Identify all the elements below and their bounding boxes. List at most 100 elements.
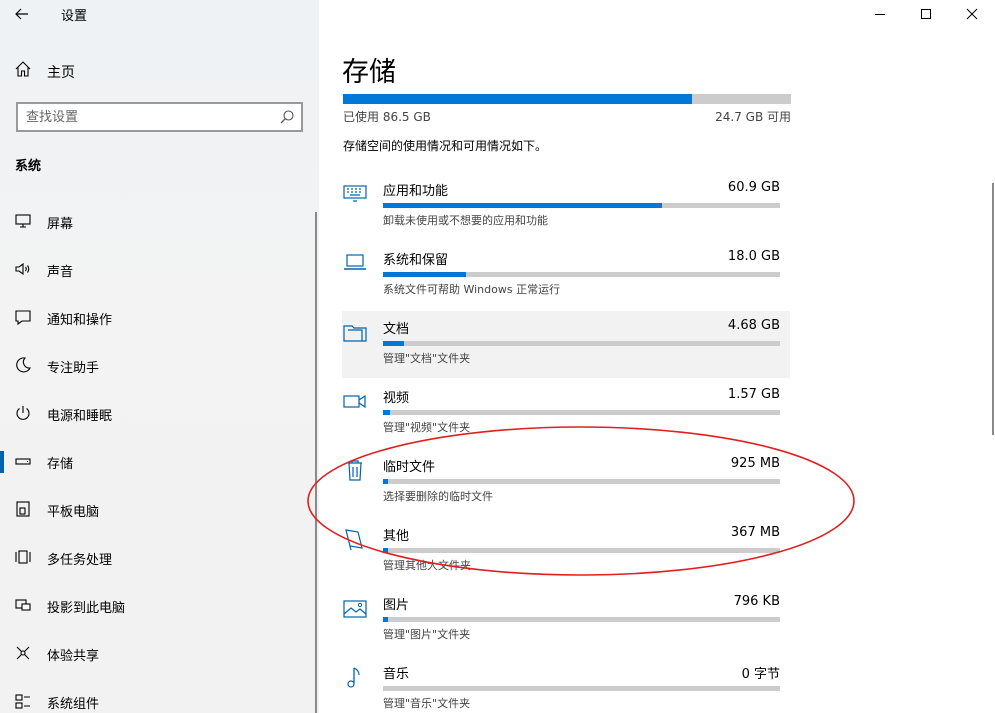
category-usage-bar	[383, 617, 780, 622]
sidebar-item-8[interactable]: 投影到此电脑	[0, 585, 319, 625]
sidebar-item-label: 声音	[47, 265, 74, 280]
close-icon	[966, 8, 978, 20]
free-label: 24.7 GB 可用	[715, 110, 791, 124]
sidebar: 设置 主页 系统 屏幕声音通知和操作专注助手电源和睡眠存储平板电脑多任务处理投影…	[0, 0, 319, 713]
search-icon[interactable]	[279, 109, 295, 125]
category-size: 367 MB	[730, 525, 780, 540]
sidebar-item-label: 屏幕	[47, 217, 74, 232]
documents-icon	[343, 325, 367, 342]
laptop-icon	[344, 254, 366, 270]
multitask-icon	[15, 550, 31, 564]
sidebar-item-5[interactable]: 存储	[0, 441, 319, 481]
sidebar-item-10[interactable]: 系统组件	[0, 681, 319, 713]
apps-icon	[343, 185, 367, 202]
category-usage-fill	[383, 272, 466, 277]
window-controls	[857, 0, 995, 28]
sidebar-item-6[interactable]: 平板电脑	[0, 489, 319, 529]
category-size: 796 KB	[733, 594, 780, 609]
search-input[interactable]	[26, 108, 266, 126]
sidebar-item-label: 电源和睡眠	[47, 409, 113, 424]
sidebar-item-2[interactable]: 通知和操作	[0, 297, 319, 337]
sidebar-item-label: 专注助手	[47, 361, 100, 376]
close-button[interactable]	[949, 0, 995, 28]
sidebar-item-label: 系统组件	[47, 697, 100, 712]
storage-category-3[interactable]: 视频 1.57 GB 管理"视频"文件夹	[342, 380, 790, 447]
home-icon	[15, 61, 31, 77]
category-description: 选择要删除的临时文件	[383, 490, 493, 503]
category-size: 18.0 GB	[727, 249, 780, 264]
moon-icon	[16, 357, 31, 373]
storage-category-7[interactable]: 音乐 0 字节 管理"音乐"文件夹	[342, 656, 790, 713]
category-name: 其他	[383, 529, 410, 544]
back-arrow-icon	[15, 8, 28, 20]
storage-category-1[interactable]: 系统和保留 18.0 GB 系统文件可帮助 Windows 正常运行	[342, 242, 790, 309]
video-icon	[343, 394, 366, 409]
category-name: 图片	[383, 598, 410, 613]
category-description: 系统文件可帮助 Windows 正常运行	[383, 283, 561, 296]
sidebar-item-3[interactable]: 专注助手	[0, 345, 319, 385]
minimize-button[interactable]	[857, 0, 903, 28]
power-icon	[16, 406, 30, 420]
sidebar-item-label: 平板电脑	[47, 505, 100, 520]
section-title: 系统	[15, 159, 42, 174]
title-bar: 设置	[0, 0, 319, 28]
tablet-icon	[16, 501, 30, 517]
home-nav-item[interactable]: 主页	[0, 56, 319, 84]
category-usage-fill	[383, 617, 388, 622]
sidebar-item-label: 体验共享	[47, 649, 100, 664]
used-label: 已使用 86.5 GB	[343, 110, 431, 124]
sidebar-item-7[interactable]: 多任务处理	[0, 537, 319, 577]
category-name: 音乐	[383, 667, 410, 682]
category-usage-bar	[383, 341, 780, 346]
storage-description: 存储空间的使用情况和可用情况如下。	[343, 139, 548, 153]
sidebar-item-4[interactable]: 电源和睡眠	[0, 393, 319, 433]
share-icon	[16, 646, 30, 660]
category-description: 管理"视频"文件夹	[383, 421, 471, 434]
storage-category-2[interactable]: 文档 4.68 GB 管理"文档"文件夹	[342, 311, 790, 378]
notification-icon	[15, 310, 31, 326]
category-description: 卸载未使用或不想要的应用和功能	[383, 214, 548, 227]
sidebar-item-label: 存储	[47, 457, 74, 472]
category-size: 60.9 GB	[727, 180, 780, 195]
category-description: 管理"音乐"文件夹	[383, 697, 471, 710]
category-name: 文档	[383, 322, 410, 337]
category-usage-bar	[383, 479, 780, 484]
category-usage-bar	[383, 548, 780, 553]
sidebar-item-9[interactable]: 体验共享	[0, 633, 319, 673]
category-usage-fill	[383, 548, 388, 553]
components-icon	[15, 694, 30, 709]
category-size: 1.57 GB	[727, 387, 780, 402]
sidebar-item-label: 多任务处理	[47, 553, 113, 568]
back-button[interactable]	[6, 2, 38, 26]
category-size: 925 MB	[730, 456, 780, 471]
search-box[interactable]	[16, 102, 303, 132]
music-icon	[347, 667, 360, 688]
category-name: 应用和功能	[383, 184, 449, 199]
app-title: 设置	[61, 9, 88, 24]
category-name: 临时文件	[383, 460, 436, 475]
category-description: 管理"图片"文件夹	[383, 628, 471, 641]
sidebar-item-0[interactable]: 屏幕	[0, 201, 319, 241]
category-name: 视频	[383, 391, 410, 406]
pictures-icon	[343, 600, 367, 618]
trash-icon	[348, 460, 362, 481]
main-content: 存储 已使用 86.5 GB 24.7 GB 可用 存储空间的使用情况和可用情况…	[319, 0, 995, 713]
storage-category-0[interactable]: 应用和功能 60.9 GB 卸载未使用或不想要的应用和功能	[342, 173, 790, 240]
category-description: 管理其他大文件夹	[383, 559, 471, 572]
storage-category-5[interactable]: 其他 367 MB 管理其他大文件夹	[342, 518, 790, 585]
main-scrollbar[interactable]	[992, 183, 994, 435]
display-icon	[15, 214, 31, 228]
storage-category-6[interactable]: 图片 796 KB 管理"图片"文件夹	[342, 587, 790, 654]
maximize-button[interactable]	[903, 0, 949, 28]
category-usage-bar	[383, 686, 780, 691]
category-description: 管理"文档"文件夹	[383, 352, 471, 365]
sidebar-item-label: 通知和操作	[47, 313, 113, 328]
sidebar-scrollbar[interactable]	[315, 212, 317, 713]
category-usage-fill	[383, 479, 388, 484]
category-usage-bar	[383, 272, 780, 277]
storage-category-4[interactable]: 临时文件 925 MB 选择要删除的临时文件	[342, 449, 790, 516]
sidebar-item-1[interactable]: 声音	[0, 249, 319, 289]
maximize-icon	[921, 9, 931, 19]
category-usage-fill	[383, 341, 405, 346]
minimize-icon	[875, 14, 885, 15]
